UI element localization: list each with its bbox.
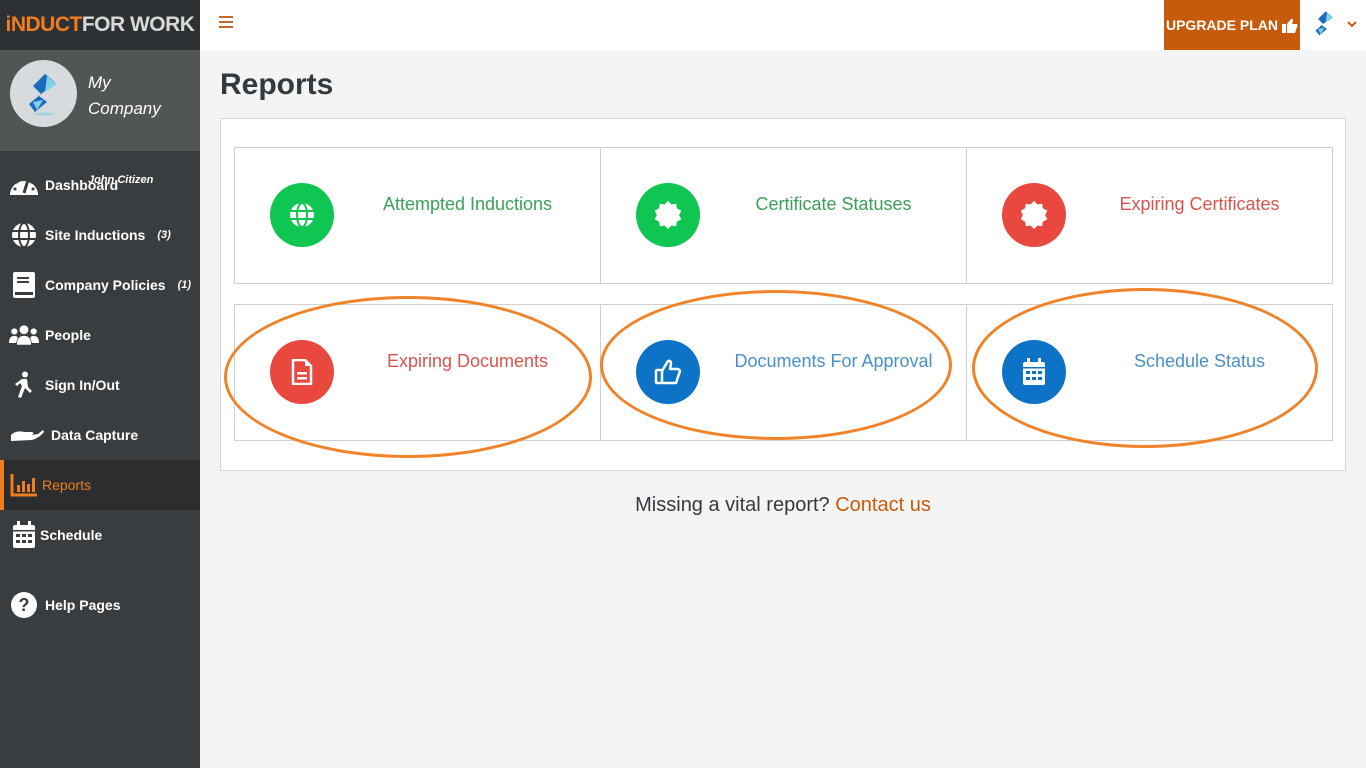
missing-report-text: Missing a vital report? <box>635 494 830 516</box>
calendar-icon <box>9 520 39 550</box>
thumbs-up-icon <box>636 340 700 404</box>
missing-report-note: Missing a vital report? Contact us <box>0 494 1366 517</box>
sidebar-item-label: Site Inductions <box>45 227 146 243</box>
report-tile-schedule-status[interactable]: Schedule Status <box>966 304 1333 441</box>
certificate-badge-icon <box>1002 183 1066 247</box>
sidebar-item-company-policies[interactable]: Company Policies (1) <box>0 260 200 310</box>
brand-part1: iNDUCT <box>5 13 83 36</box>
question-circle-icon: ? <box>9 590 39 620</box>
sidebar: iNDUCT FOR WORK My Company John Citizen D… <box>0 0 200 768</box>
sidebar-item-help-pages[interactable]: ? Help Pages <box>0 580 200 630</box>
sidebar-item-count: (3) <box>157 229 171 241</box>
sidebar-item-label: Dashboard <box>45 177 119 193</box>
company-logo-icon <box>28 73 57 115</box>
report-tile-expiring-documents[interactable]: Expiring Documents <box>234 304 601 441</box>
thumbs-up-icon <box>1282 18 1298 33</box>
sidebar-item-site-inductions[interactable]: Site Inductions (3) <box>0 210 200 260</box>
profile-section: My Company John Citizen <box>0 50 200 186</box>
sidebar-item-dashboard[interactable]: Dashboard <box>0 160 200 210</box>
walking-person-icon <box>9 370 39 400</box>
report-tile-expiring-certificates[interactable]: Expiring Certificates <box>966 147 1333 284</box>
page-title: Reports <box>220 68 334 101</box>
sidebar-nav: Dashboard Site Inductions (3) Company Po… <box>0 160 200 630</box>
contact-us-link[interactable]: Contact us <box>835 494 931 516</box>
sidebar-item-schedule[interactable]: Schedule <box>0 510 200 560</box>
brand-logo[interactable]: iNDUCT FOR WORK <box>0 0 200 50</box>
report-tile-documents-for-approval[interactable]: Documents For Approval <box>600 304 967 441</box>
upgrade-plan-button[interactable]: UPGRADE PLAN <box>1164 0 1300 50</box>
reports-panel: Attempted Inductions Certificate Statuse… <box>220 118 1346 471</box>
book-icon <box>9 270 39 300</box>
badge-shape <box>654 201 682 229</box>
upgrade-plan-label: UPGRADE PLAN <box>1165 17 1278 33</box>
report-tile-certificate-statuses[interactable]: Certificate Statuses <box>600 147 967 284</box>
sidebar-item-count: (1) <box>177 279 192 291</box>
sidebar-item-label: Sign In/Out <box>45 377 120 393</box>
user-menu[interactable] <box>1313 10 1357 38</box>
report-tile-label: Attempted Inductions <box>382 194 553 214</box>
brand-part2: FOR WORK <box>81 13 195 36</box>
report-tile-label: Certificate Statuses <box>755 194 912 214</box>
dashboard-gauge-icon <box>9 170 39 200</box>
report-tile-label: Schedule Status <box>1133 351 1266 371</box>
sidebar-item-people[interactable]: People <box>0 310 200 360</box>
sidebar-item-label: Data Capture <box>51 427 139 443</box>
sidebar-item-label: People <box>45 327 91 343</box>
company-logo-icon <box>1315 11 1334 36</box>
company-name: My Company <box>88 73 161 118</box>
avatar[interactable] <box>10 60 77 127</box>
people-icon <box>9 320 39 350</box>
globe-icon <box>9 220 39 250</box>
document-icon <box>270 340 334 404</box>
report-tile-label: Expiring Documents <box>386 351 549 371</box>
sidebar-item-label: Company Policies <box>45 277 166 293</box>
sidebar-item-label: Schedule <box>40 527 103 543</box>
calendar-icon <box>1002 340 1066 404</box>
sidebar-item-label: Help Pages <box>45 597 121 613</box>
report-tile-attempted-inductions[interactable]: Attempted Inductions <box>234 147 601 284</box>
hand-icon <box>9 420 45 450</box>
svg-text:?: ? <box>19 595 30 615</box>
report-tile-label: Expiring Certificates <box>1119 194 1280 214</box>
chevron-down-icon <box>1347 21 1357 28</box>
certificate-badge-icon <box>636 183 700 247</box>
globe-icon <box>270 183 334 247</box>
hamburger-icon[interactable] <box>219 16 233 30</box>
sidebar-item-label: Reports <box>42 477 92 493</box>
report-tile-label: Documents For Approval <box>734 351 933 371</box>
sidebar-item-sign-in-out[interactable]: Sign In/Out <box>0 360 200 410</box>
top-bar: UPGRADE PLAN <box>200 0 1366 50</box>
sidebar-item-data-capture[interactable]: Data Capture <box>0 410 200 460</box>
